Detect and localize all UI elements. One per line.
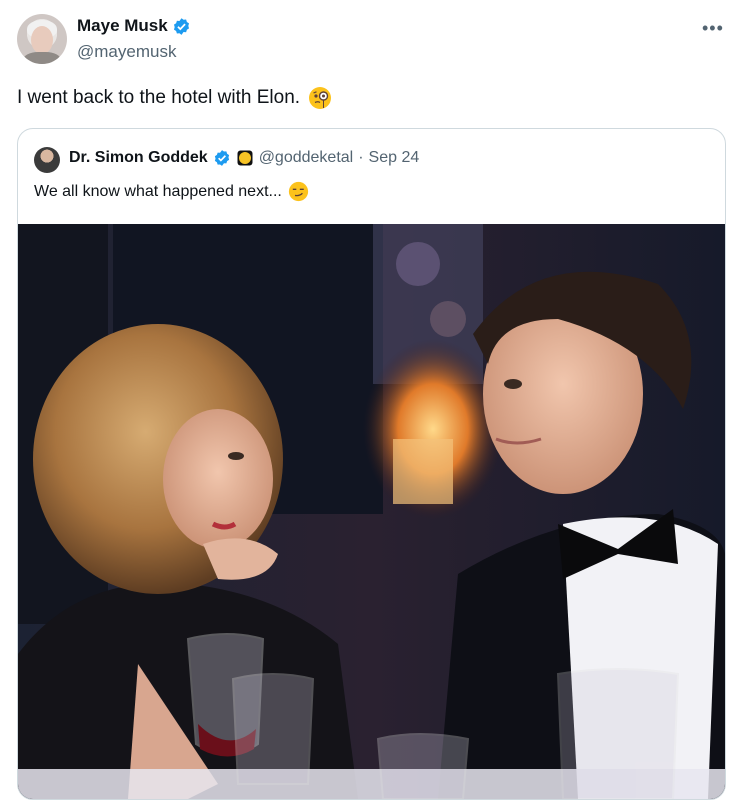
quoted-tweet[interactable]: Dr. Simon Goddek @goddeketal · Sep 24 We…: [17, 128, 726, 800]
tweet-text-row: I went back to the hotel with Elon.: [17, 86, 332, 110]
quoted-author-handle[interactable]: @goddeketal: [259, 149, 354, 167]
monocle-face-emoji-icon: [309, 87, 332, 109]
ellipsis-icon[interactable]: •••: [702, 18, 724, 39]
quoted-tweet-text-row: We all know what happened next...: [34, 181, 309, 202]
author-handle[interactable]: @mayemusk: [77, 42, 176, 62]
quoted-tweet-text: We all know what happened next...: [34, 182, 282, 200]
yellow-circle-emoji-icon: [237, 150, 253, 166]
author-name[interactable]: Maye Musk: [77, 16, 168, 36]
smirking-face-emoji-icon: [288, 181, 308, 202]
author-avatar[interactable]: [17, 14, 67, 64]
tweet: Maye Musk @mayemusk ••• I went back to t…: [0, 0, 733, 800]
meta-separator: ·: [358, 149, 364, 166]
quoted-tweet-date[interactable]: Sep 24: [369, 149, 420, 167]
verified-badge-icon: [173, 17, 189, 35]
quoted-tweet-photo[interactable]: [18, 224, 725, 799]
author-name-row: Maye Musk: [77, 16, 191, 36]
quoted-author-avatar[interactable]: [34, 147, 60, 173]
quoted-author-name[interactable]: Dr. Simon Goddek: [69, 149, 208, 167]
quoted-tweet-header: Dr. Simon Goddek @goddeketal · Sep 24: [69, 149, 419, 167]
verified-badge-icon: [214, 150, 229, 166]
tweet-text: I went back to the hotel with Elon.: [17, 87, 301, 108]
